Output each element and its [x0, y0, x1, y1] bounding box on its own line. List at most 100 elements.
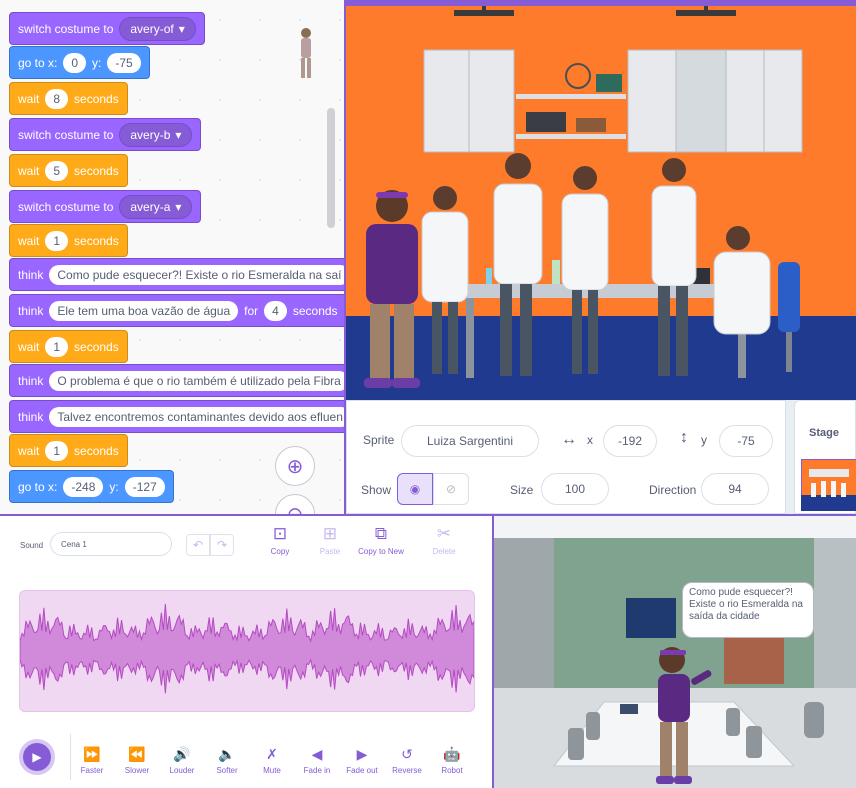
effect-label: Fade out	[346, 766, 378, 775]
costume-value: avery-of	[130, 21, 174, 36]
message-input[interactable]: Como pude esquecer?! Existe o rio Esmera…	[49, 264, 344, 285]
sound-name-field[interactable]: Cena 1	[50, 532, 172, 556]
y-label: y:	[109, 479, 119, 494]
code-block-looks[interactable]: think Como pude esquecer?! Existe o rio E…	[9, 258, 344, 291]
code-block-looks[interactable]: think Ele tem uma boa vazão de água for 4 se…	[9, 294, 344, 327]
effect-label: Fade in	[303, 766, 331, 775]
code-block-control[interactable]: wait 1 seconds	[9, 224, 128, 257]
fade-in-icon: ◀	[311, 746, 323, 762]
undo-icon[interactable]: ↶	[186, 534, 210, 556]
seconds-input[interactable]: 1	[45, 336, 69, 357]
redo-icon[interactable]: ↷	[210, 534, 234, 556]
meeting-stage-scene[interactable]: Como pude esquecer?! Existe o rio Esmera…	[492, 514, 856, 788]
slower-icon: ⏪	[128, 746, 146, 762]
size-field[interactable]: 100	[541, 473, 609, 505]
sprite-name-field[interactable]: Luiza Sargentini	[401, 425, 539, 457]
play-button[interactable]: ▶	[19, 739, 55, 775]
message-input[interactable]: Ele tem uma boa vazão de água	[49, 300, 239, 321]
seconds-input[interactable]: 1	[45, 230, 69, 251]
tool-delete[interactable]: ✂ Delete	[420, 524, 468, 556]
zoom-in-icon[interactable]: ⊕	[275, 446, 315, 486]
tool-paste[interactable]: ⊞ Paste	[306, 524, 354, 556]
code-block-control[interactable]: wait 5 seconds	[9, 154, 128, 187]
effect-robot[interactable]: 🤖 Robot	[428, 746, 476, 775]
code-block-motion[interactable]: go to x: -248 y: -127	[9, 470, 174, 503]
lab-stage-scene[interactable]	[346, 0, 856, 400]
x-input[interactable]: -248	[63, 476, 104, 497]
y-input[interactable]: -75	[107, 52, 141, 73]
louder-icon: 🔊	[173, 746, 191, 762]
costume-dropdown[interactable]: avery-of ▾	[119, 16, 196, 41]
direction-field[interactable]: 94	[701, 473, 769, 505]
seconds-input[interactable]: 4	[264, 300, 287, 321]
copy-to-new-icon: ⧉	[374, 524, 388, 543]
x-input[interactable]: 0	[63, 52, 87, 73]
block-label: think	[18, 303, 44, 318]
code-block-looks[interactable]: switch costume to avery-of ▾	[9, 12, 205, 45]
robot-icon: 🤖	[443, 746, 461, 762]
speech-bubble: Como pude esquecer?! Existe o rio Esmera…	[682, 582, 814, 638]
mute-icon: ✗	[266, 746, 278, 762]
costume-value: avery-b	[130, 127, 171, 142]
effect-fade-in[interactable]: ◀ Fade in	[293, 746, 341, 775]
stage-backdrop-thumbnail[interactable]	[801, 459, 856, 511]
show-label: Show	[361, 483, 392, 497]
stage-label: Stage	[809, 427, 839, 439]
costume-dropdown[interactable]: avery-a ▾	[119, 194, 193, 219]
stage-tab[interactable]: Stage	[794, 400, 856, 514]
message-input[interactable]: Talvez encontremos contaminantes devido …	[49, 406, 344, 427]
effect-label: Slower	[124, 766, 150, 775]
waveform-display[interactable]	[19, 590, 475, 712]
code-block-control[interactable]: wait 1 seconds	[9, 434, 128, 467]
code-block-motion[interactable]: go to x: 0 y: -75	[9, 46, 150, 79]
show-eye-icon[interactable]: ◉	[397, 473, 433, 505]
x-label: x	[587, 433, 593, 447]
seconds-input[interactable]: 5	[45, 160, 69, 181]
code-area[interactable]: switch costume to avery-of ▾ go to x: 0 y: -75…	[0, 0, 346, 514]
tool-copy[interactable]: ⊡ Copy	[256, 524, 304, 556]
block-label: switch costume to	[18, 127, 114, 142]
softer-icon: 🔈	[218, 746, 236, 762]
block-label: switch costume to	[18, 21, 114, 36]
message-input[interactable]: O problema é que o rio também é utilizad…	[49, 370, 344, 391]
effect-fade-out[interactable]: ▶ Fade out	[338, 746, 386, 775]
for-label: for	[244, 303, 259, 318]
effect-label: Louder	[169, 766, 195, 775]
tool-label: Delete	[432, 547, 456, 556]
effect-slower[interactable]: ⏪ Slower	[113, 746, 161, 775]
effect-louder[interactable]: 🔊 Louder	[158, 746, 206, 775]
faster-icon: ⏩	[83, 746, 101, 762]
seconds-label: seconds	[74, 163, 119, 178]
code-block-control[interactable]: wait 1 seconds	[9, 330, 128, 363]
code-block-looks[interactable]: switch costume to avery-a ▾	[9, 190, 202, 223]
code-scrollbar[interactable]	[327, 108, 335, 228]
code-block-control[interactable]: wait 8 seconds	[9, 82, 128, 115]
effect-reverse[interactable]: ↺ Reverse	[383, 746, 431, 775]
costume-dropdown[interactable]: avery-b ▾	[119, 122, 193, 147]
sound-editor: Sound Cena 1 ↶ ↷ ⊡ Copy ⊞ Paste ⧉ Copy to New…	[0, 514, 492, 788]
effect-faster[interactable]: ⏩ Faster	[68, 746, 116, 775]
code-block-looks[interactable]: switch costume to avery-b ▾	[9, 118, 202, 151]
block-label: go to x:	[18, 479, 58, 494]
block-label: think	[18, 267, 44, 282]
block-label: switch costume to	[18, 199, 114, 214]
seconds-input[interactable]: 8	[45, 88, 69, 109]
effect-softer[interactable]: 🔈 Softer	[203, 746, 251, 775]
seconds-label: seconds	[74, 339, 119, 354]
hide-eye-icon[interactable]: ⊘	[433, 473, 469, 505]
effect-label: Mute	[263, 766, 281, 775]
effect-label: Robot	[441, 766, 463, 775]
block-label: wait	[18, 91, 40, 106]
x-field[interactable]: -192	[603, 425, 657, 457]
zoom-out-icon[interactable]: ⊖	[275, 494, 315, 514]
code-block-looks[interactable]: think O problema é que o rio também é uti…	[9, 364, 344, 397]
y-field[interactable]: -75	[719, 425, 773, 457]
code-block-looks[interactable]: think Talvez encontremos contaminantes de…	[9, 400, 344, 433]
effect-mute[interactable]: ✗ Mute	[248, 746, 296, 775]
tool-copy-to-new[interactable]: ⧉ Copy to New	[352, 524, 410, 556]
block-label: go to x:	[18, 55, 58, 70]
seconds-input[interactable]: 1	[45, 440, 69, 461]
block-label: wait	[18, 233, 40, 248]
y-input[interactable]: -127	[124, 476, 165, 497]
x-arrows-icon: ↔	[561, 431, 577, 448]
